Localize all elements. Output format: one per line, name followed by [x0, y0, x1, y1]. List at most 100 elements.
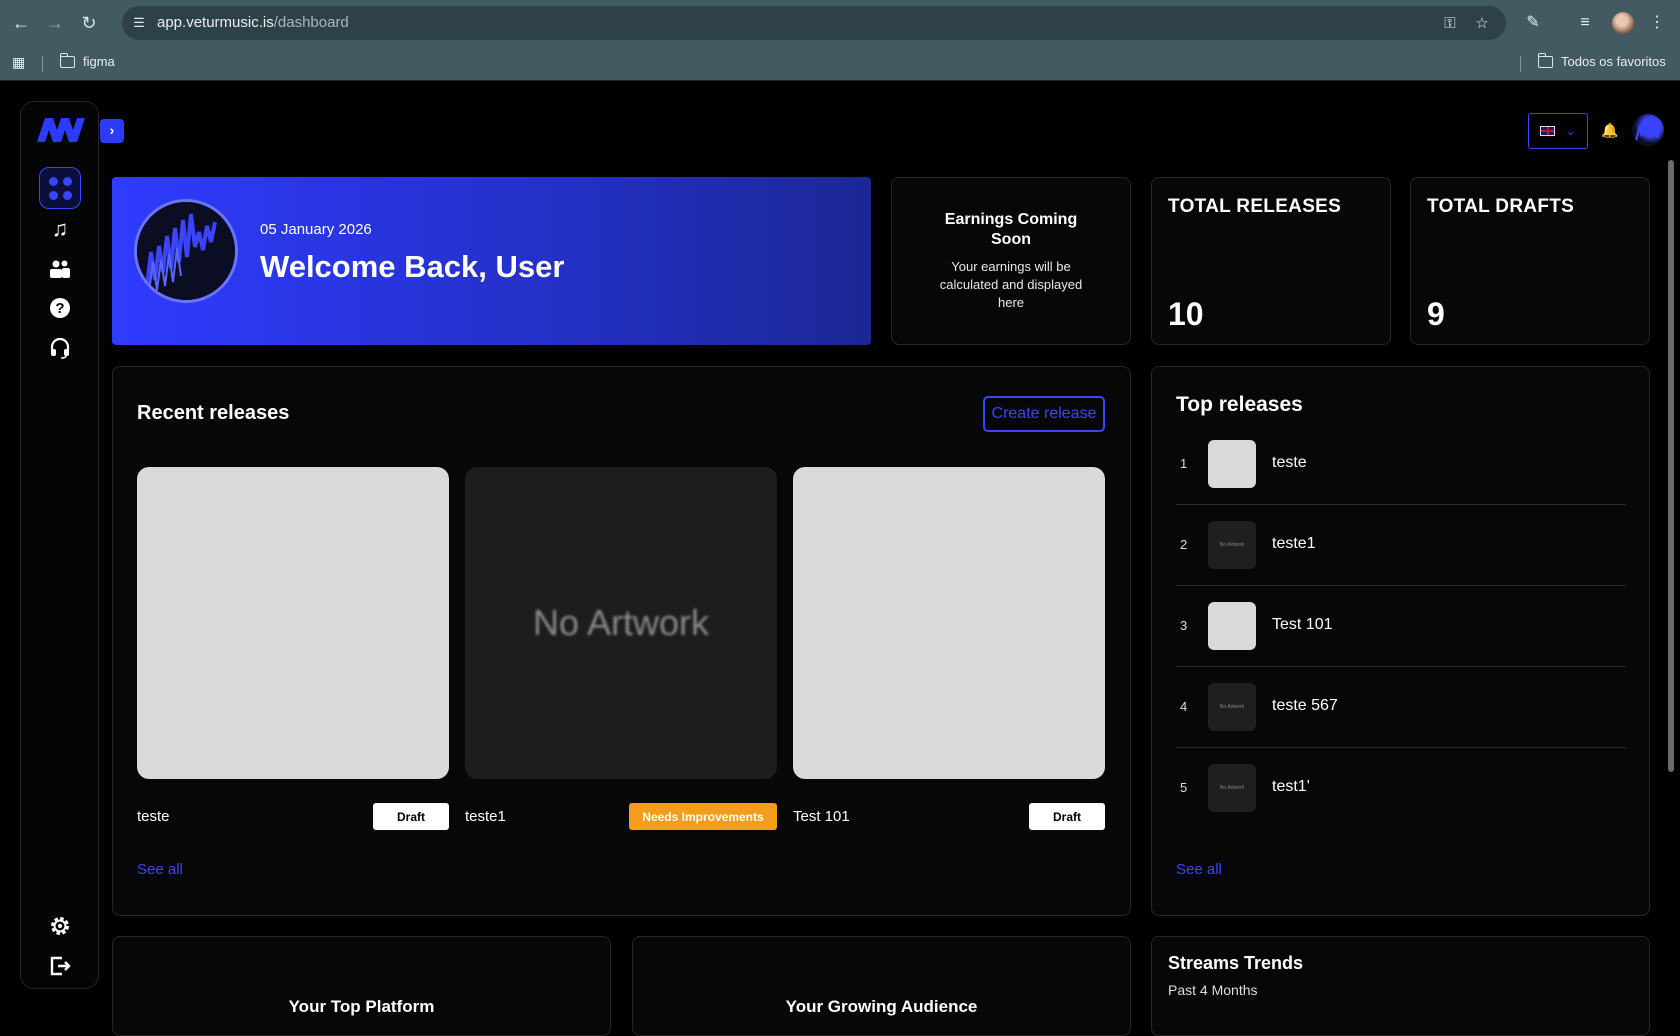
folder-icon	[59, 52, 75, 68]
total-drafts-label: TOTAL DRAFTS	[1427, 196, 1575, 217]
create-release-button[interactable]: Create release	[983, 396, 1105, 432]
release-thumbnail: No Artwork	[1208, 521, 1256, 569]
bookmark-folder-figma[interactable]: figma	[59, 52, 115, 69]
menu-kebab-icon[interactable]: ⋮	[1646, 12, 1668, 34]
recent-releases-title: Recent releases	[137, 402, 290, 424]
reload-icon[interactable]: ↻	[78, 12, 100, 34]
release-thumbnail: No Artwork	[1208, 764, 1256, 812]
nav-settings-icon[interactable]	[39, 905, 81, 947]
page-scrollbar[interactable]	[1668, 160, 1674, 772]
notification-bell-icon[interactable]: 🔔	[1601, 119, 1619, 141]
question-circle-icon: ?	[50, 298, 70, 318]
release-name[interactable]: teste	[137, 808, 170, 825]
site-info-icon[interactable]: ☰	[130, 14, 148, 32]
streams-trends-card: Streams Trends Past 4 Months	[1151, 936, 1650, 1036]
url-text: app.veturmusic.is/dashboard	[157, 14, 349, 31]
avatar-waveform-art	[1634, 118, 1660, 141]
recent-releases-card: Recent releases Create release teste Dra…	[112, 366, 1131, 916]
release-name: test1'	[1272, 778, 1310, 795]
rank-number: 1	[1180, 456, 1188, 471]
nav-logout-icon[interactable]	[39, 945, 81, 987]
release-name: teste 567	[1272, 697, 1338, 714]
uk-flag-icon	[1540, 126, 1556, 136]
list-item[interactable]: 4 No Artwork teste 567	[1176, 667, 1626, 748]
welcome-title: Welcome Back, User	[260, 249, 565, 284]
back-icon[interactable]: ←	[10, 12, 32, 34]
top-releases-title: Top releases	[1176, 393, 1303, 416]
bookmark-star-icon[interactable]: ☆	[1472, 14, 1492, 34]
total-drafts-card: TOTAL DRAFTS 9	[1410, 177, 1650, 345]
top-see-all-link[interactable]: See all	[1176, 861, 1222, 878]
headset-icon	[50, 337, 70, 359]
sidebar: ♫ ?	[20, 101, 99, 989]
status-badge: Needs Improvements	[629, 803, 777, 830]
recent-see-all-link[interactable]: See all	[137, 861, 183, 878]
earnings-card: Earnings Coming Soon Your earnings will …	[891, 177, 1131, 345]
top-platform-card: Your Top Platform	[112, 936, 611, 1036]
forward-icon[interactable]: →	[44, 12, 66, 34]
top-releases-card: Top releases 1 teste 2 No Artwork teste1…	[1151, 366, 1650, 916]
address-bar[interactable]: ☰ app.veturmusic.is/dashboard ⚿ ☆	[122, 6, 1506, 40]
dashboard-grid-icon	[48, 176, 72, 200]
nav-support-icon[interactable]	[39, 327, 81, 369]
svg-text:?: ?	[55, 300, 64, 317]
waveform-artwork	[137, 202, 235, 300]
extensions-icon[interactable]: ✎	[1522, 12, 1544, 34]
total-drafts-value: 9	[1427, 296, 1445, 332]
total-releases-value: 10	[1168, 296, 1204, 332]
status-badge: Draft	[1029, 803, 1105, 830]
user-avatar[interactable]	[1632, 114, 1664, 146]
sidebar-expand-button[interactable]: ›	[100, 119, 124, 143]
logout-icon	[50, 956, 71, 976]
release-artwork[interactable]	[793, 467, 1105, 779]
browser-profile-avatar[interactable]	[1612, 12, 1634, 34]
release-thumbnail	[1208, 602, 1256, 650]
rank-number: 4	[1180, 699, 1188, 714]
rank-number: 3	[1180, 618, 1188, 633]
total-releases-label: TOTAL RELEASES	[1168, 196, 1342, 217]
streams-trends-subtitle: Past 4 Months	[1168, 982, 1258, 998]
rank-number: 2	[1180, 537, 1188, 552]
folder-icon	[1537, 52, 1553, 68]
list-item[interactable]: 5 No Artwork test1'	[1176, 748, 1626, 829]
nav-music-icon[interactable]: ♫	[39, 208, 81, 250]
nav-help-icon[interactable]: ?	[39, 287, 81, 329]
top-platform-title: Your Top Platform	[288, 997, 435, 1016]
streams-trends-title: Streams Trends	[1168, 953, 1304, 973]
language-select[interactable]: ⌄	[1528, 113, 1588, 149]
list-item[interactable]: 2 No Artwork teste1	[1176, 505, 1626, 586]
list-item[interactable]: 1 teste	[1176, 424, 1626, 505]
status-badge: Draft	[373, 803, 449, 830]
total-releases-card: TOTAL RELEASES 10	[1151, 177, 1391, 345]
nav-dashboard[interactable]	[39, 167, 81, 209]
chevron-down-icon: ⌄	[1565, 124, 1576, 138]
bookmarks-separator	[1520, 56, 1521, 72]
no-artwork-placeholder: No Artwork	[532, 602, 710, 643]
growing-audience-card: Your Growing Audience	[632, 936, 1131, 1036]
list-item[interactable]: 3 Test 101	[1176, 586, 1626, 667]
release-name[interactable]: Test 101	[793, 808, 850, 825]
password-key-icon[interactable]: ⚿	[1440, 14, 1460, 34]
growing-audience-title: Your Growing Audience	[785, 997, 978, 1016]
release-name[interactable]: teste1	[465, 808, 506, 825]
earnings-body: Your earnings will be calculated and dis…	[939, 259, 1083, 310]
gear-icon	[51, 917, 69, 935]
all-bookmarks-label: Todos os favoritos	[1561, 54, 1666, 69]
nav-artists-icon[interactable]	[39, 248, 81, 290]
profile-avatar	[134, 199, 238, 303]
release-thumbnail	[1208, 440, 1256, 488]
app-logo[interactable]	[35, 116, 87, 144]
bookmark-folder-label: figma	[83, 54, 115, 69]
release-artwork[interactable]	[137, 467, 449, 779]
media-controls-icon[interactable]: ≡	[1574, 12, 1596, 34]
release-artwork[interactable]: No Artwork	[465, 467, 777, 779]
bookmarks-separator	[42, 56, 43, 72]
apps-grid-icon[interactable]: ▦	[12, 54, 25, 71]
release-name: teste1	[1272, 535, 1316, 552]
release-thumbnail: No Artwork	[1208, 683, 1256, 731]
all-bookmarks-folder[interactable]: Todos os favoritos	[1537, 52, 1666, 69]
welcome-banner: 05 January 2026 Welcome Back, User	[112, 177, 871, 345]
release-name: teste	[1272, 454, 1307, 471]
browser-chrome: ← → ↻ ☰ app.veturmusic.is/dashboard ⚿ ☆ …	[0, 0, 1680, 81]
users-icon	[50, 260, 70, 278]
